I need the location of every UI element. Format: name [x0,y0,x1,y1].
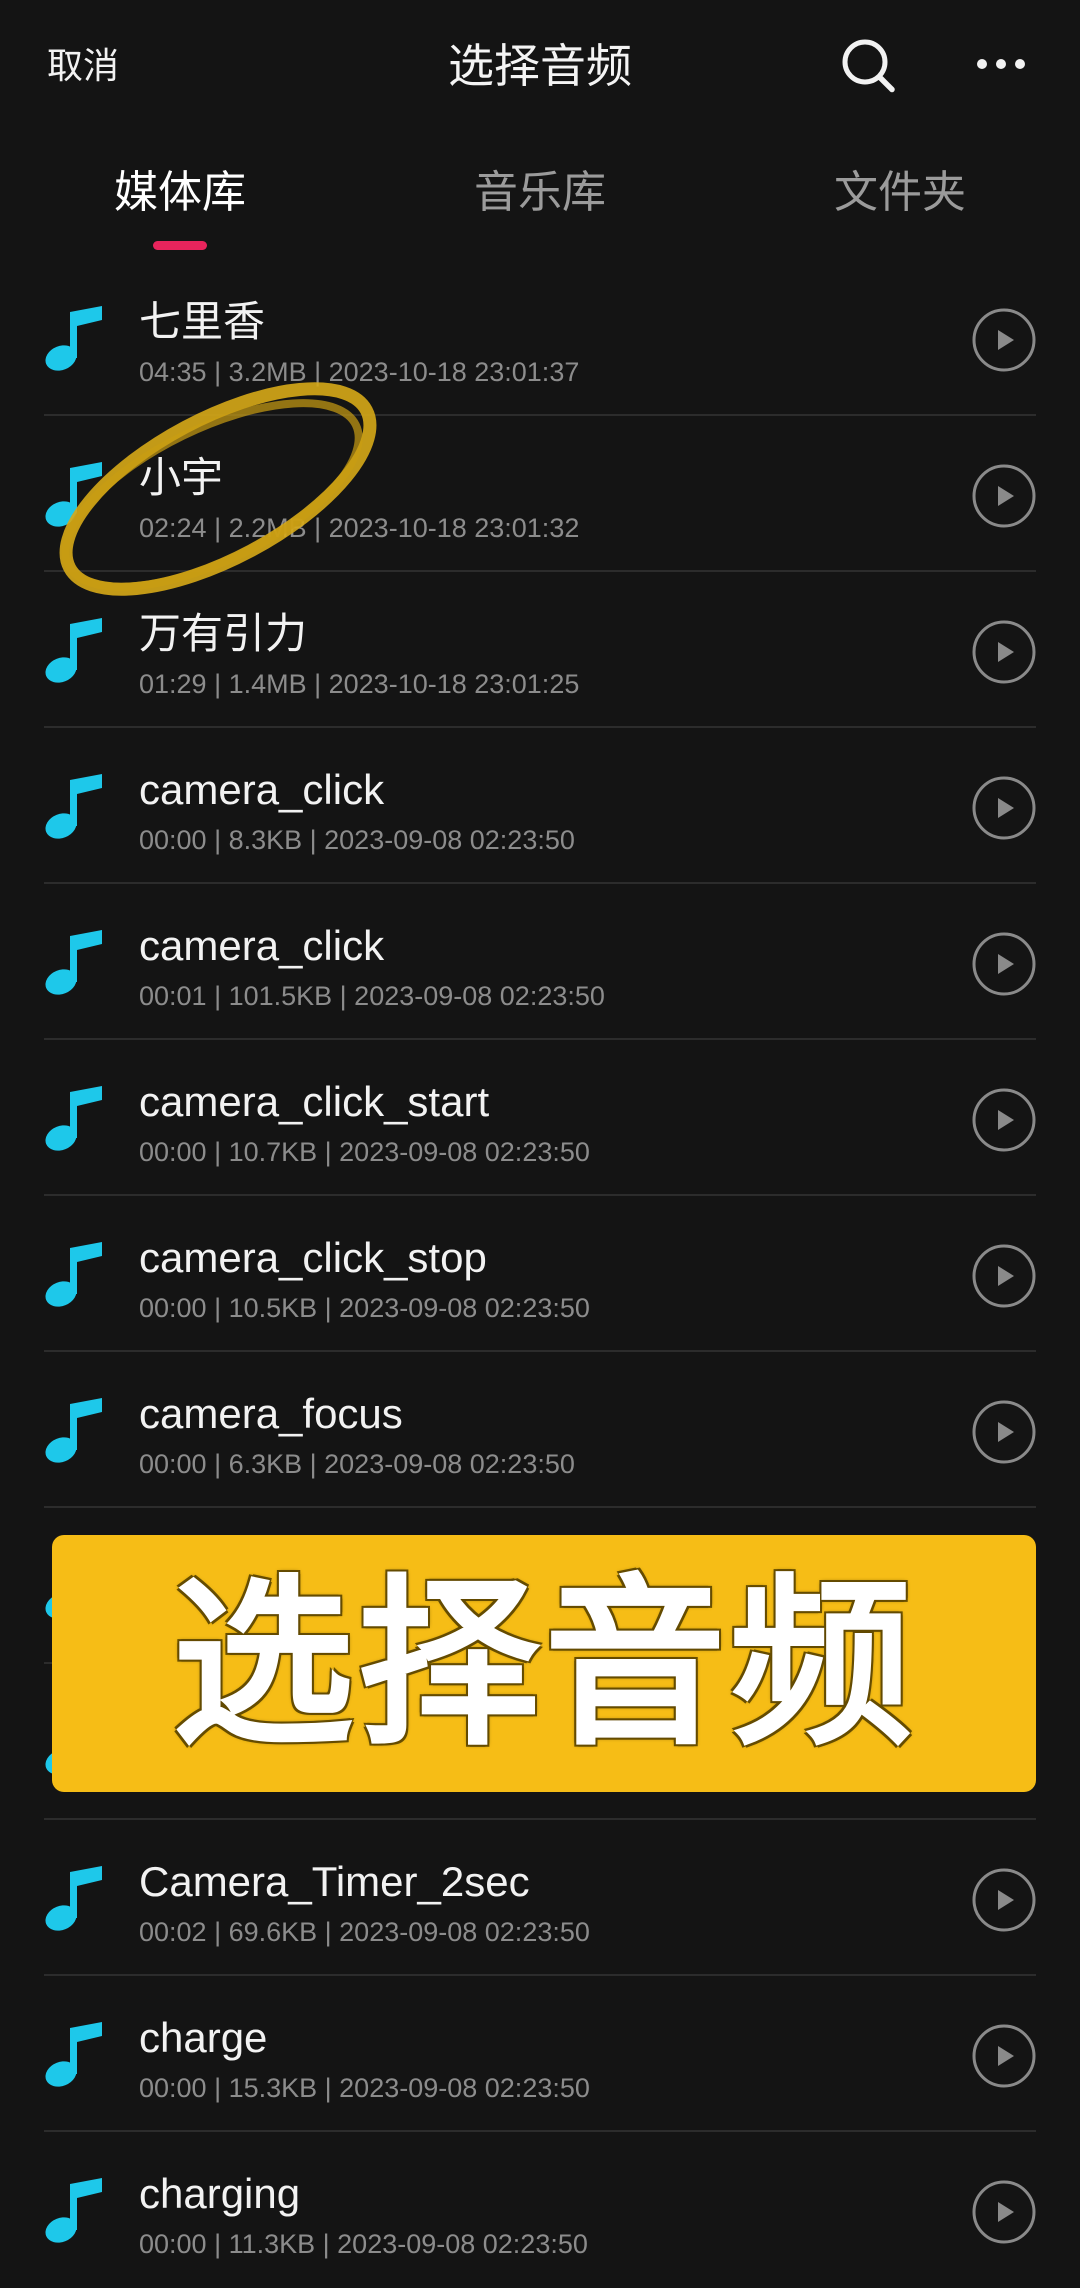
track-title: camera_click_start [139,1078,490,1125]
track-meta: 00:02 | 69.6KB | 2023-09-08 02:23:50 [139,1917,590,1947]
track-meta: 00:00 | 15.3KB | 2023-09-08 02:23:50 [139,2073,590,2103]
music-note-icon [45,1398,102,1463]
track-row[interactable]: camera_focus 00:00 | 6.3KB | 2023-09-08 0… [0,1352,1080,1508]
track-row[interactable]: 小宇 02:24 | 2.2MB | 2023-10-18 23:01:32 [0,416,1080,572]
music-note-icon [45,1086,102,1151]
play-button[interactable] [972,620,1036,684]
track-row[interactable]: 万有引力 01:29 | 1.4MB | 2023-10-18 23:01:25 [0,572,1080,728]
track-meta: 02:24 | 2.2MB | 2023-10-18 23:01:32 [139,513,580,543]
play-icon [998,330,1014,350]
tab-music-library[interactable]: 音乐库 [360,150,720,254]
play-icon [998,642,1014,662]
track-list[interactable]: 七里香 04:35 | 3.2MB | 2023-10-18 23:01:37 小宇… [0,260,1080,2288]
track-title: charge [139,2014,268,2061]
play-icon [998,798,1014,818]
tab-label: 音乐库 [474,168,606,217]
play-icon [998,954,1014,974]
caption-banner-text: 选择音频 [172,1557,916,1770]
play-button[interactable] [972,1244,1036,1308]
play-icon [998,1890,1014,1910]
track-title: Camera_Timer_2sec [139,1858,530,1905]
play-button[interactable] [972,2024,1036,2088]
more-icon[interactable] [972,54,1030,74]
track-title: camera_click [139,922,385,969]
music-note-icon [45,1866,102,1931]
play-icon [998,1266,1014,1286]
tab-label: 媒体库 [114,168,246,217]
music-note-icon [45,774,102,839]
page-title: 选择音频 [448,40,632,92]
caption-banner: 选择音频 [52,1535,1036,1792]
music-note-icon [45,930,102,995]
play-button[interactable] [972,464,1036,528]
music-note-icon [45,306,102,371]
track-row[interactable]: camera_click 00:01 | 101.5KB | 2023-09-08… [0,884,1080,1040]
track-title: 万有引力 [139,610,308,657]
track-row[interactable]: Camera_Timer_2sec 00:02 | 69.6KB | 2023-0… [0,1820,1080,1976]
play-button[interactable] [972,1400,1036,1464]
play-button[interactable] [972,308,1036,372]
track-meta: 01:29 | 1.4MB | 2023-10-18 23:01:25 [139,669,580,699]
track-row[interactable]: camera_click_start 00:00 | 10.7KB | 2023-… [0,1040,1080,1196]
play-button[interactable] [972,932,1036,996]
track-meta: 00:00 | 6.3KB | 2023-09-08 02:23:50 [139,1449,575,1479]
play-icon [998,1422,1014,1442]
track-title: 小宇 [139,454,224,501]
play-icon [998,1110,1014,1130]
play-button[interactable] [972,1088,1036,1152]
track-title: camera_click [139,766,385,813]
track-row[interactable]: charge 00:00 | 15.3KB | 2023-09-08 02:23:… [0,1976,1080,2132]
play-icon [998,486,1014,506]
track-title: camera_click_stop [139,1234,487,1281]
search-icon[interactable] [836,34,898,96]
tab-bar: 媒体库 音乐库 文件夹 [0,150,1080,254]
active-tab-indicator [153,241,207,250]
play-icon [998,2046,1014,2066]
cancel-button[interactable]: 取消 [47,40,119,92]
play-icon [998,2202,1014,2222]
music-note-icon [45,1242,102,1307]
track-meta: 04:35 | 3.2MB | 2023-10-18 23:01:37 [139,357,580,387]
tab-media-library[interactable]: 媒体库 [0,150,360,254]
track-row[interactable]: camera_click 00:00 | 8.3KB | 2023-09-08 0… [0,728,1080,884]
music-note-icon [45,2022,102,2087]
track-meta: 00:01 | 101.5KB | 2023-09-08 02:23:50 [139,981,605,1011]
tab-folder[interactable]: 文件夹 [720,150,1080,254]
track-row[interactable]: charging 00:00 | 11.3KB | 2023-09-08 02:2… [0,2132,1080,2288]
track-meta: 00:00 | 10.5KB | 2023-09-08 02:23:50 [139,1293,590,1323]
track-meta: 00:00 | 10.7KB | 2023-09-08 02:23:50 [139,1137,590,1167]
track-title: camera_focus [139,1390,403,1437]
tab-label: 文件夹 [834,168,966,217]
music-note-icon [45,618,102,683]
audio-picker-screen: 取消 选择音频 媒体库 音乐库 文件夹 七里香 04:35 | 3.2MB | 2… [0,0,1080,2288]
track-row[interactable]: camera_click_stop 00:00 | 10.5KB | 2023-0… [0,1196,1080,1352]
track-row[interactable]: 七里香 04:35 | 3.2MB | 2023-10-18 23:01:37 [0,260,1080,416]
play-button[interactable] [972,1868,1036,1932]
play-button[interactable] [972,776,1036,840]
track-title: charging [139,2170,301,2217]
top-bar: 取消 选择音频 [0,0,1080,132]
play-button[interactable] [972,2180,1036,2244]
music-note-icon [45,462,102,527]
track-meta: 00:00 | 8.3KB | 2023-09-08 02:23:50 [139,825,575,855]
music-note-icon [45,2178,102,2243]
track-meta: 00:00 | 11.3KB | 2023-09-08 02:23:50 [139,2229,588,2259]
track-title: 七里香 [139,298,266,345]
